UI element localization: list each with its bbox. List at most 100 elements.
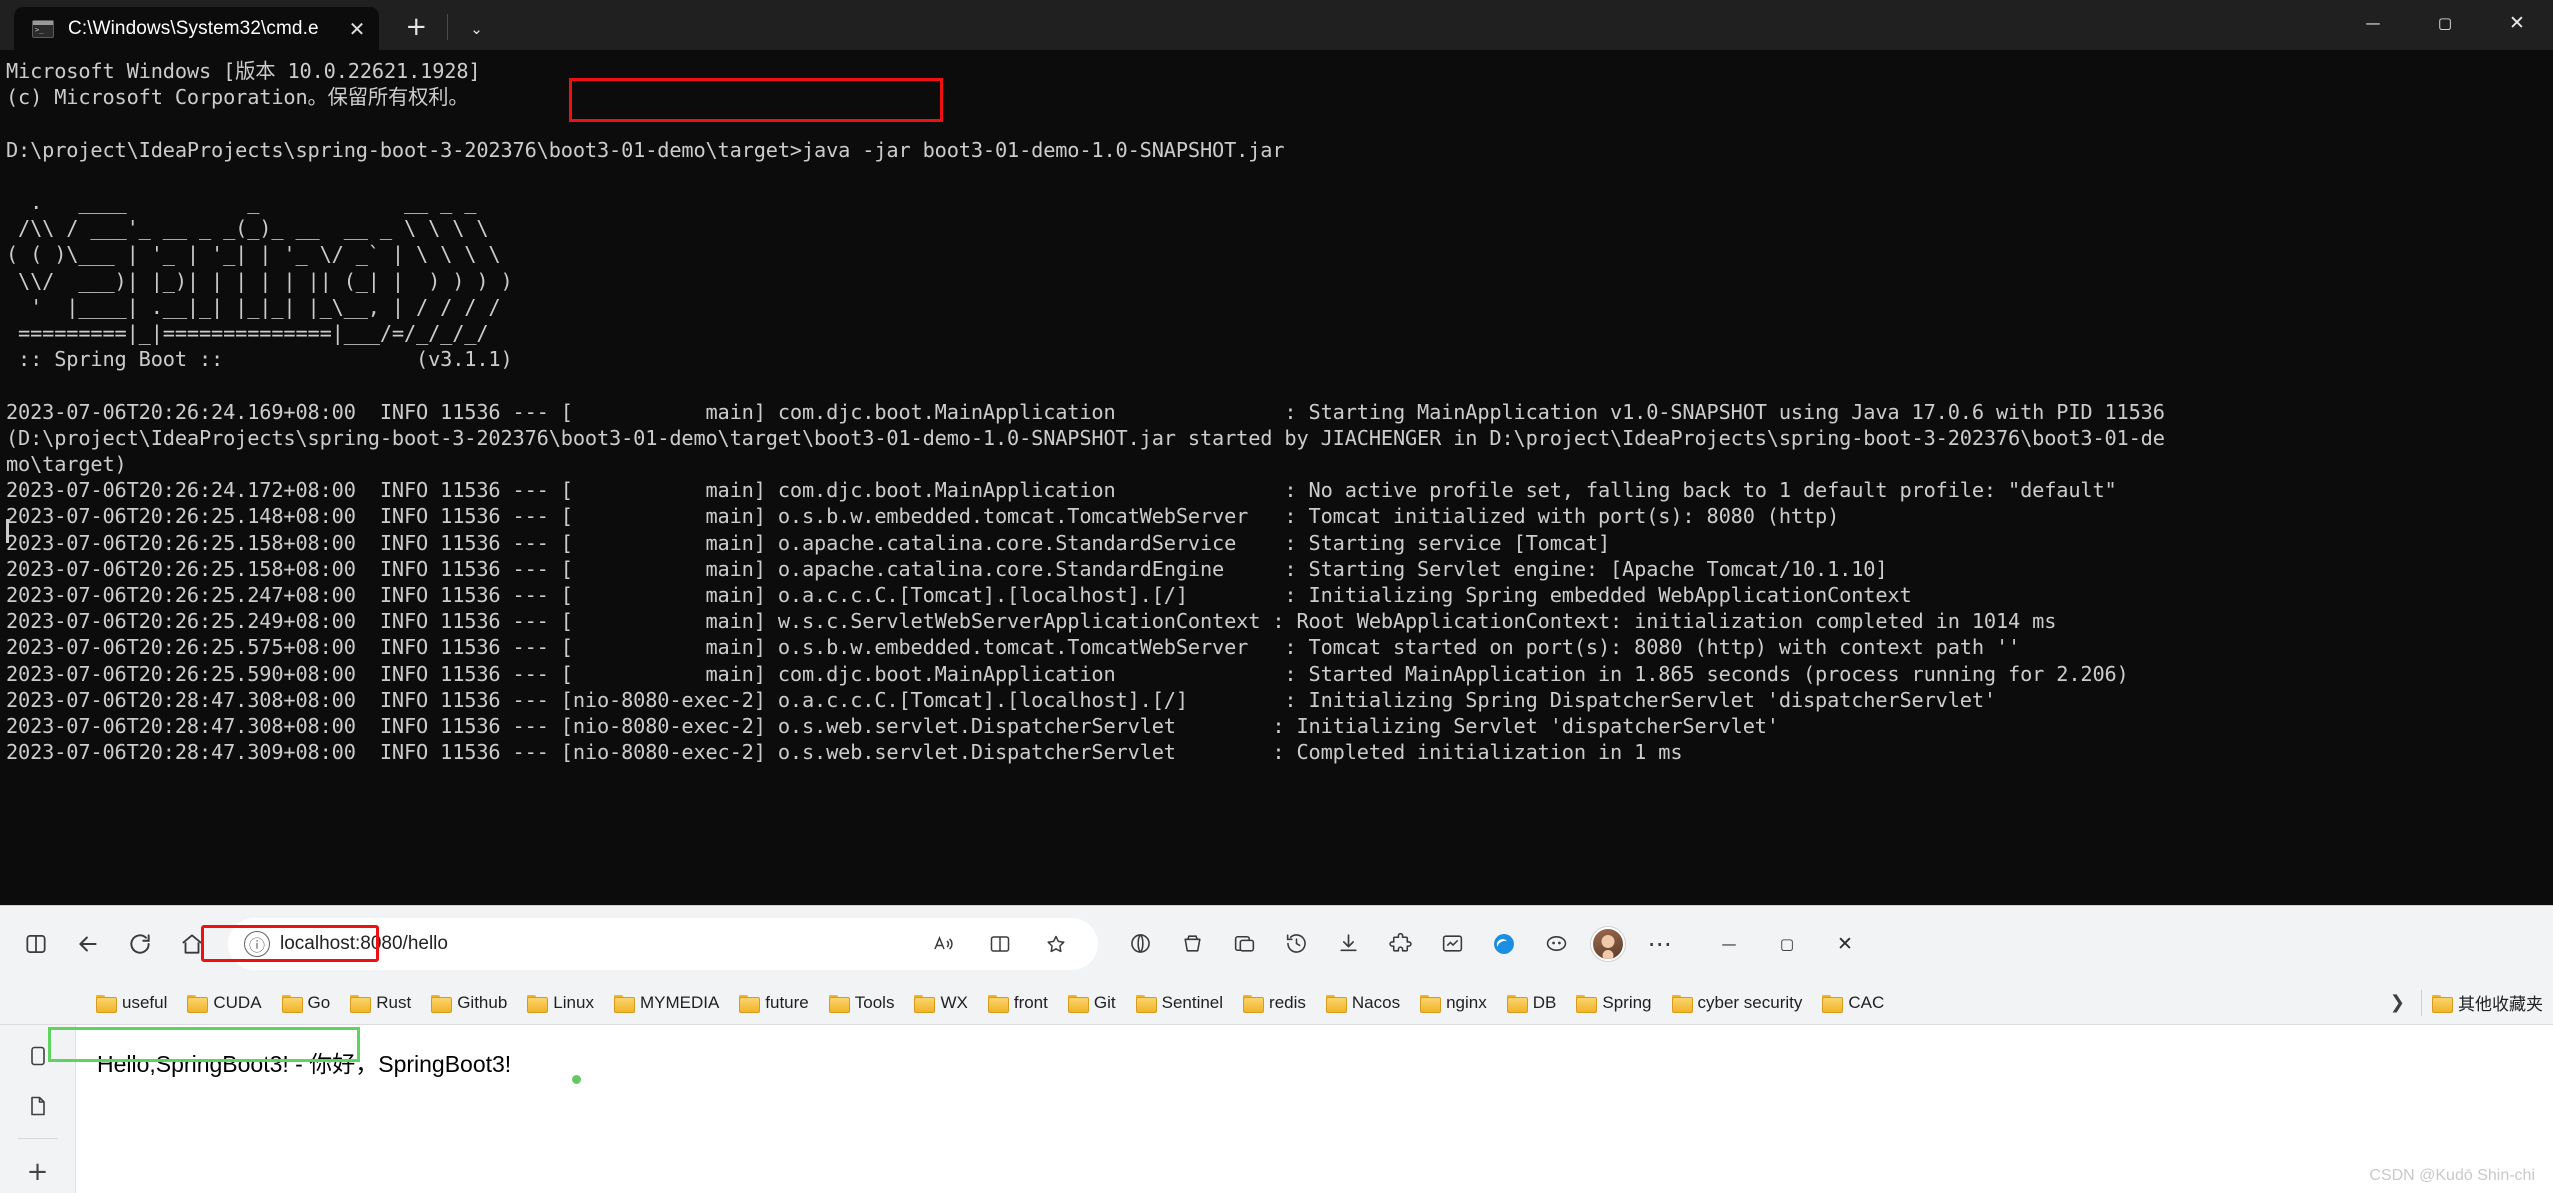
chevron-down-icon[interactable]: ⌄ — [448, 22, 505, 50]
bookmark-item[interactable]: DB — [1497, 986, 1567, 1020]
page-body-text: Hello,SpringBoot3! - 你好，SpringBoot3! — [97, 1051, 512, 1077]
bookmark-item[interactable]: Github — [421, 986, 517, 1020]
read-aloud-icon[interactable] — [918, 918, 970, 970]
folder-icon — [2432, 994, 2453, 1013]
bookmark-item[interactable]: nginx — [1410, 986, 1497, 1020]
bookmark-label: Go — [307, 992, 331, 1012]
bookmark-label: useful — [122, 992, 168, 1012]
loading-indicator-dot — [572, 1075, 581, 1084]
home-button[interactable] — [166, 918, 218, 970]
rail-divider — [17, 1138, 58, 1140]
terminal-line: 2023-07-06T20:28:47.309+08:00 INFO 11536… — [6, 740, 1683, 765]
terminal-line: :: Spring Boot :: (v3.1.1) — [6, 347, 513, 372]
terminal-line: /\\ / ___'_ __ _ _(_)_ __ __ _ \ \ \ \ — [6, 216, 489, 241]
bookmark-item[interactable]: CUDA — [177, 986, 271, 1020]
copilot-icon[interactable] — [1530, 918, 1582, 970]
extensions-icon[interactable] — [1374, 918, 1426, 970]
browser-window: ⓘ localhost:8080/hello ⋯ — ▢ ✕ useful CU… — [0, 905, 2553, 1193]
bookmark-item[interactable]: Rust — [340, 986, 421, 1020]
reload-button[interactable] — [114, 918, 166, 970]
bookmark-item[interactable]: Sentinel — [1126, 986, 1233, 1020]
bookmark-item[interactable]: Nacos — [1316, 986, 1410, 1020]
terminal-line: 2023-07-06T20:28:47.308+08:00 INFO 11536… — [6, 687, 1996, 712]
close-icon[interactable]: ✕ — [333, 19, 366, 39]
terminal-line: Microsoft Windows [版本 10.0.22621.1928] — [6, 59, 481, 83]
bookmark-item[interactable]: Go — [272, 986, 341, 1020]
cmd-icon — [32, 19, 54, 38]
performance-icon[interactable] — [1426, 918, 1478, 970]
split-window-icon[interactable] — [1218, 918, 1270, 970]
bookmark-item[interactable]: front — [978, 986, 1058, 1020]
bookmark-item[interactable]: MYMEDIA — [604, 986, 729, 1020]
browser-maximize-button[interactable]: ▢ — [1758, 918, 1816, 970]
bookmark-item[interactable]: CAC — [1812, 986, 1894, 1020]
bookmark-label: WX — [940, 992, 968, 1012]
browser-minimize-button[interactable]: — — [1700, 918, 1758, 970]
terminal-line: 2023-07-06T20:26:25.148+08:00 INFO 11536… — [6, 504, 1840, 529]
new-tab-rail-button[interactable]: + — [16, 1151, 60, 1193]
site-info-icon[interactable]: ⓘ — [244, 930, 270, 957]
folder-icon — [527, 994, 549, 1013]
browser-actions: ⋯ — [1114, 918, 1686, 970]
folder-icon — [96, 994, 117, 1013]
bookmark-label: Linux — [553, 992, 594, 1012]
terminal-line: ( ( )\___ | '_ | '_| | '_ \/ _` | \ \ \ … — [6, 242, 501, 267]
address-bar[interactable]: ⓘ localhost:8080/hello — [228, 917, 1098, 970]
bookmark-other-favorites[interactable]: 其他收藏夹 — [2422, 986, 2553, 1020]
sidebar-tabs-icon[interactable] — [16, 1035, 60, 1077]
bookmark-item[interactable]: Spring — [1566, 986, 1661, 1020]
bookmark-item[interactable]: useful — [86, 986, 177, 1020]
app-split-icon[interactable] — [10, 918, 62, 970]
favorite-star-icon[interactable] — [1030, 918, 1082, 970]
split-screen-icon[interactable] — [974, 918, 1026, 970]
back-button[interactable] — [62, 918, 114, 970]
page-area: + Hello,SpringBoot3! - 你好，SpringBoot3! C… — [0, 1025, 2553, 1193]
folder-icon — [350, 994, 372, 1013]
minimize-button[interactable]: — — [2337, 0, 2409, 46]
terminal-line: . ____ _ __ _ _ — [6, 189, 477, 214]
bookmarks-overflow: ❯ 其他收藏夹 — [2374, 986, 2553, 1020]
folder-icon — [1420, 994, 1442, 1013]
bookmark-label: Tools — [854, 992, 895, 1012]
bookmark-item[interactable]: redis — [1233, 986, 1316, 1020]
chevron-right-icon[interactable]: ❯ — [2374, 992, 2421, 1013]
terminal-line: 2023-07-06T20:26:25.590+08:00 INFO 11536… — [6, 661, 2129, 686]
terminal-tab-title: C:\Windows\System32\cmd.e — [68, 17, 319, 39]
new-tab-button[interactable]: + — [379, 14, 447, 50]
terminal-output[interactable]: Microsoft Windows [版本 10.0.22621.1928] (c… — [0, 50, 2553, 765]
bookmark-item[interactable]: WX — [904, 986, 977, 1020]
folder-icon — [828, 994, 850, 1013]
terminal-line: mo\target) — [6, 452, 127, 476]
bookmark-item[interactable]: cyber security — [1662, 986, 1813, 1020]
history-icon[interactable] — [1270, 918, 1322, 970]
bookmark-item[interactable]: Linux — [517, 986, 604, 1020]
downloads-icon[interactable] — [1322, 918, 1374, 970]
close-window-button[interactable]: ✕ — [2481, 0, 2553, 46]
bookmark-item[interactable]: Git — [1058, 986, 1126, 1020]
bookmark-label: MYMEDIA — [639, 992, 720, 1012]
folder-icon — [987, 994, 1009, 1013]
maximize-button[interactable]: ▢ — [2409, 0, 2481, 46]
browser-essentials-icon[interactable] — [1114, 918, 1166, 970]
folder-icon — [1671, 994, 1693, 1013]
terminal-cursor — [6, 519, 9, 543]
bookmark-label: Github — [457, 992, 508, 1012]
address-bar-url[interactable]: localhost:8080/hello — [280, 933, 448, 955]
collections-icon[interactable] — [1166, 918, 1218, 970]
bookmark-label: nginx — [1446, 992, 1487, 1012]
bookmark-item[interactable]: future — [729, 986, 818, 1020]
folder-icon — [1576, 994, 1598, 1013]
bookmark-label: DB — [1532, 992, 1557, 1012]
browser-close-button[interactable]: ✕ — [1816, 918, 1874, 970]
bookmark-label: future — [765, 992, 809, 1012]
sidebar-page-icon[interactable] — [16, 1085, 60, 1127]
terminal-tab[interactable]: C:\Windows\System32\cmd.e ✕ — [14, 7, 380, 50]
avatar[interactable] — [1582, 918, 1634, 970]
folder-icon — [914, 994, 936, 1013]
bookmark-item[interactable]: Tools — [819, 986, 905, 1020]
edge-logo-icon[interactable] — [1478, 918, 1530, 970]
bookmark-label: Spring — [1602, 992, 1652, 1012]
more-options-button[interactable]: ⋯ — [1634, 918, 1686, 970]
